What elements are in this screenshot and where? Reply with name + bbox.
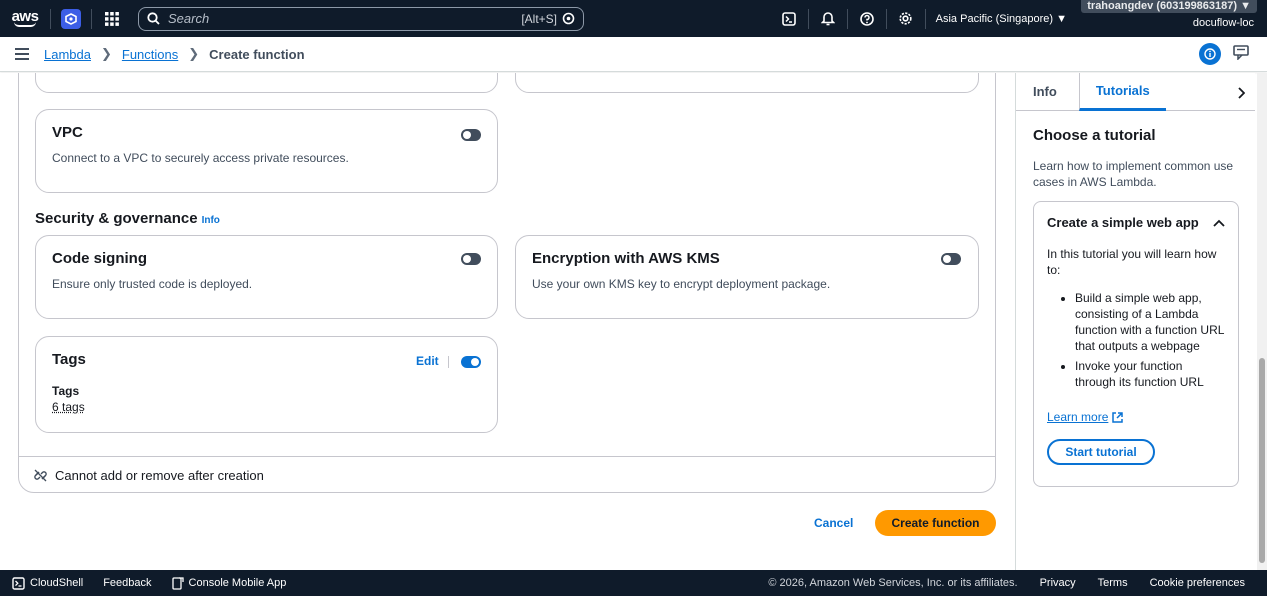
tags-card: Tags Edit Tags 6 tags	[35, 336, 498, 433]
vpc-toggle[interactable]	[461, 129, 481, 141]
cloudshell-footer-button[interactable]: CloudShell	[12, 576, 84, 590]
vpc-description: Connect to a VPC to securely access priv…	[52, 151, 349, 165]
main-content: VPC Connect to a VPC to securely access …	[0, 73, 1015, 570]
code-signing-description: Ensure only trusted code is deployed.	[52, 277, 253, 291]
tags-toggle[interactable]	[461, 356, 481, 368]
top-navigation: aws Search [Alt+S] Asia Pacific (Singapo…	[0, 0, 1267, 37]
feedback-label: Feedback	[103, 577, 152, 589]
info-panel-icon[interactable]	[1199, 43, 1221, 65]
cloudshell-label: CloudShell	[30, 577, 84, 589]
account-menu[interactable]: trahoangdev (603199863187) ▼ docuflow-lo…	[1081, 0, 1257, 29]
tab-info[interactable]: Info	[1016, 73, 1074, 111]
chevron-up-icon[interactable]	[1213, 219, 1225, 227]
search-mode-icon	[562, 12, 575, 25]
apps-grid-icon[interactable]	[92, 0, 132, 37]
tutorial-card-title: Create a simple web app	[1047, 215, 1199, 230]
bell-icon[interactable]	[809, 0, 847, 37]
immutable-note-text: Cannot add or remove after creation	[55, 468, 264, 483]
tutorial-card: Create a simple web app In this tutorial…	[1033, 201, 1239, 487]
search-placeholder: Search	[168, 11, 210, 26]
gear-icon[interactable]	[887, 0, 925, 37]
page-scrollbar[interactable]	[1257, 73, 1267, 570]
tab-tutorials[interactable]: Tutorials	[1078, 72, 1166, 111]
cancel-button[interactable]: Cancel	[814, 516, 853, 530]
chevron-right-icon: ❯	[188, 46, 200, 61]
cloudshell-icon	[12, 576, 25, 590]
app-icon[interactable]	[51, 0, 91, 37]
mobile-icon	[171, 576, 184, 590]
console-mobile-app-label: Console Mobile App	[188, 577, 287, 589]
tutorial-panel: Info Tutorials Choose a tutorial Learn h…	[1015, 72, 1255, 570]
security-governance-title: Security & governance	[35, 210, 198, 227]
cookie-preferences-link[interactable]: Cookie preferences	[1150, 577, 1245, 589]
tutorial-panel-tabs: Info Tutorials	[1016, 72, 1255, 111]
privacy-link[interactable]: Privacy	[1040, 577, 1076, 589]
tutorial-card-header[interactable]: Create a simple web app	[1047, 215, 1225, 230]
security-governance-heading: Security & governance Info	[35, 210, 220, 227]
search-input[interactable]: Search [Alt+S]	[138, 6, 584, 31]
account-id: trahoangdev (603199863187) ▼	[1081, 0, 1257, 13]
tutorial-panel-title: Choose a tutorial	[1033, 127, 1156, 144]
encryption-card: Encryption with AWS KMS Use your own KMS…	[515, 235, 979, 319]
code-signing-card: Code signing Ensure only trusted code is…	[35, 235, 498, 319]
external-link-icon	[1112, 411, 1124, 423]
encryption-description: Use your own KMS key to encrypt deployme…	[532, 277, 831, 291]
breadcrumb-bar: Lambda ❯ Functions ❯ Create function	[0, 37, 1267, 72]
code-signing-title: Code signing	[52, 250, 147, 267]
security-info-link[interactable]: Info	[202, 215, 220, 226]
list-item: Invoke your function through its functio…	[1075, 358, 1225, 390]
tutorial-panel-description: Learn how to implement common use cases …	[1033, 159, 1234, 189]
search-shortcut: [Alt+S]	[521, 11, 557, 26]
tutorial-intro: In this tutorial you will learn how to:	[1047, 247, 1217, 277]
console-footer: CloudShell Feedback Console Mobile App ©…	[0, 570, 1267, 596]
copyright-text: © 2026, Amazon Web Services, Inc. or its…	[768, 577, 1018, 589]
cloudshell-icon[interactable]	[770, 0, 808, 37]
list-item: Build a simple web app, consisting of a …	[1075, 290, 1225, 354]
account-alias: docuflow-loc	[1192, 17, 1254, 29]
learn-more-link[interactable]: Learn more	[1047, 410, 1124, 424]
help-icon[interactable]	[848, 0, 886, 37]
tags-value[interactable]: 6 tags	[52, 400, 481, 414]
menu-icon[interactable]	[0, 48, 44, 60]
breadcrumb-current: Create function	[209, 46, 305, 62]
feedback-panel-icon[interactable]	[1233, 45, 1249, 63]
tags-label: Tags	[52, 384, 80, 398]
vpc-card: VPC Connect to a VPC to securely access …	[35, 109, 498, 193]
encryption-title: Encryption with AWS KMS	[532, 250, 720, 267]
breadcrumb-lambda[interactable]: Lambda	[44, 47, 91, 62]
card-partial-right	[515, 73, 979, 93]
tags-edit-link[interactable]: Edit	[416, 354, 439, 368]
code-signing-toggle[interactable]	[461, 253, 481, 265]
start-tutorial-button[interactable]: Start tutorial	[1047, 439, 1155, 465]
chevron-right-icon: ❯	[100, 46, 112, 61]
create-function-button[interactable]: Create function	[875, 510, 996, 536]
encryption-toggle[interactable]	[941, 253, 961, 265]
scrollbar-thumb[interactable]	[1259, 358, 1265, 563]
console-mobile-app-link[interactable]: Console Mobile App	[171, 576, 287, 590]
vpc-title: VPC	[52, 124, 83, 141]
feedback-link[interactable]: Feedback	[103, 577, 151, 589]
terms-link[interactable]: Terms	[1098, 577, 1128, 589]
tutorial-steps: Build a simple web app, consisting of a …	[1047, 290, 1225, 390]
breadcrumb-functions[interactable]: Functions	[122, 47, 178, 62]
region-selector[interactable]: Asia Pacific (Singapore) ▼	[926, 13, 1077, 25]
card-partial-left	[35, 73, 498, 93]
search-icon	[147, 12, 160, 25]
immutable-note: Cannot add or remove after creation	[18, 456, 996, 494]
link-off-icon	[34, 469, 47, 482]
aws-logo[interactable]: aws	[0, 0, 50, 37]
chevron-right-icon[interactable]	[1237, 87, 1246, 102]
learn-more-label: Learn more	[1047, 410, 1109, 424]
